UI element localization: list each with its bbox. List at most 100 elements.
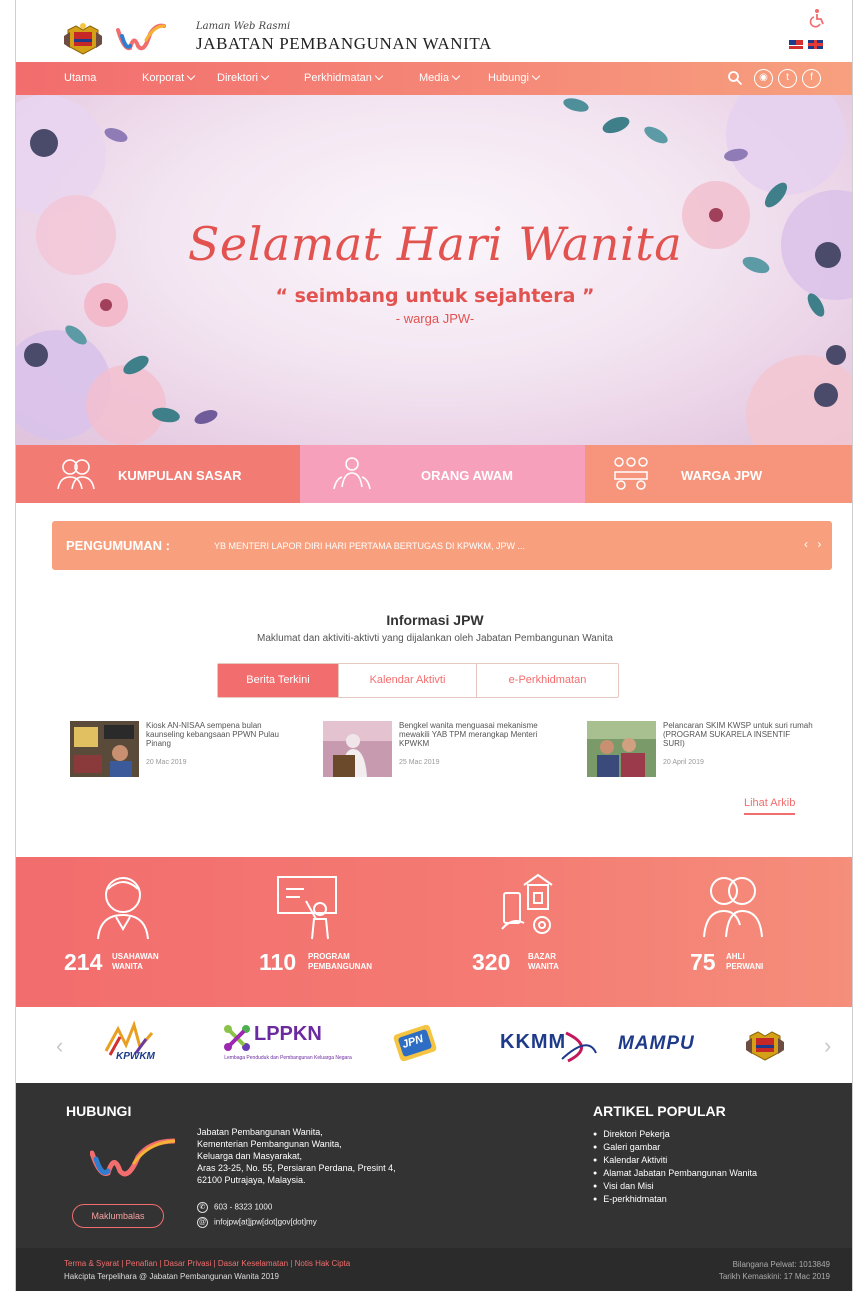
stat-label: USAHAWAN WANITA [112, 952, 159, 972]
tab-e-perkhidmatan[interactable]: e-Perkhidmatan [476, 664, 618, 697]
site-title[interactable]: JABATAN PEMBANGUNAN WANITA [196, 34, 492, 54]
category-label: ORANG AWAM [421, 468, 513, 483]
chevron-down-icon [374, 71, 384, 81]
facebook-icon[interactable]: f [802, 69, 821, 88]
archive-link[interactable]: Lihat Arkib [744, 797, 796, 815]
article-link[interactable]: Alamat Jabatan Pembangunan Wanita [593, 1167, 757, 1180]
carousel-next-icon[interactable]: › [824, 1033, 831, 1059]
news-title[interactable]: Bengkel wanita menguasai mekanisme mewak… [399, 721, 549, 748]
announcement-arrows[interactable]: ‹ › [804, 537, 824, 551]
stat-number: 110 [259, 949, 297, 975]
bazaar-shop-icon [501, 873, 553, 934]
phone-text: 603 - 8323 1000 [214, 1202, 273, 1212]
info-title: Informasi JPW [386, 612, 484, 628]
stat-label-line: AHLI [726, 952, 745, 961]
category-kumpulan-sasar[interactable]: KUMPULAN SASAR [16, 445, 300, 503]
category-warga-jpw[interactable]: WARGA JPW [585, 445, 852, 503]
tab-kalendar-aktiviti[interactable]: Kalendar Aktivti [338, 664, 476, 697]
stat-label-line: USAHAWAN [112, 952, 159, 961]
address-line: Keluarga dan Masyarakat, [197, 1151, 303, 1161]
news-item[interactable]: Kiosk AN-NISAA sempena bulan kaunseling … [70, 721, 300, 779]
announcement-bar: PENGUMUMAN : YB MENTERI LAPOR DIRI HARI … [52, 521, 832, 570]
article-link[interactable]: E-perkhidmatan [593, 1193, 757, 1206]
nav-item-perkhidmatan[interactable]: Perkhidmatan [304, 71, 384, 84]
last-updated: Tarikh Kemaskini: 17 Mac 2019 [718, 1272, 830, 1281]
nav-item-label: Utama [64, 72, 97, 84]
partner-logo-kpwkm[interactable]: KPWKM [96, 1020, 174, 1071]
banner-title: Selamat Hari Wanita [187, 217, 683, 271]
jpw-logo[interactable] [116, 20, 166, 54]
nav-item-utama[interactable]: Utama [64, 72, 96, 84]
footer-contact-heading: HUBUNGI [66, 1103, 132, 1119]
presentation-icon [277, 876, 337, 940]
news-thumbnail[interactable] [70, 721, 139, 777]
rss-icon[interactable]: ◉ [754, 69, 773, 88]
partner-logo-lppkn[interactable]: LPPKN Lembaga Penduduk dan Pembangunan K… [222, 1021, 354, 1073]
partner-logo-jpn[interactable]: JPN [390, 1021, 440, 1067]
partner-caption: Lembaga Penduduk dan Pembangunan Keluarg… [224, 1055, 352, 1061]
footer-articles-heading: ARTIKEL POPULAR [593, 1103, 726, 1119]
article-link[interactable]: Direktori Pekerja [593, 1128, 757, 1141]
address-line: Kementerian Pembangunan Wanita, [197, 1139, 342, 1149]
businesswoman-icon [97, 877, 149, 940]
partner-carousel: ‹ KPWKM LPPKN Lembaga Penduduk dan Pemba… [16, 1007, 852, 1083]
nav-item-korporat[interactable]: Korporat [142, 71, 196, 84]
news-title[interactable]: Pelancaran SKIM KWSP untuk suri rumah (P… [663, 721, 813, 748]
site-header: Laman Web Rasmi JABATAN PEMBANGUNAN WANI… [16, 0, 852, 62]
bottom-bar: Terma & Syarat | Penafian | Dasar Privas… [16, 1248, 852, 1291]
partner-logo-kkmm[interactable]: KKMM [496, 1029, 600, 1065]
info-subtitle: Maklumat dan aktiviti-aktivti yang dijal… [257, 633, 613, 644]
site-subtitle: Laman Web Rasmi [196, 21, 291, 32]
malay-language-flag-icon[interactable] [789, 40, 803, 49]
tab-berita-terkini[interactable]: Berita Terkini [218, 664, 338, 697]
news-thumbnail[interactable] [323, 721, 392, 777]
stat-label: PROGRAM PEMBANGUNAN [308, 952, 372, 972]
malaysia-crest-logo[interactable] [62, 22, 104, 56]
partner-name: KKMM [500, 1031, 567, 1053]
article-link[interactable]: Galeri gambar [593, 1141, 757, 1154]
announcement-text[interactable]: YB MENTERI LAPOR DIRI HARI PERTAMA BERTU… [214, 541, 525, 551]
nav-item-media[interactable]: Media [419, 71, 461, 84]
phone-icon: ✆ [197, 1202, 208, 1213]
page-frame: Laman Web Rasmi JABATAN PEMBANGUNAN WANI… [15, 0, 853, 1291]
address-line: Aras 23-25, No. 55, Persiaran Perdana, P… [197, 1163, 396, 1173]
stat-label: BAZAR WANITA [528, 952, 559, 972]
english-language-flag-icon[interactable] [808, 40, 823, 49]
stat-number: 214 [64, 949, 103, 975]
news-item[interactable]: Bengkel wanita menguasai mekanisme mewak… [323, 721, 553, 779]
partner-logo-crest[interactable] [744, 1027, 786, 1063]
hero-banner[interactable]: Selamat Hari Wanita “ seimbang untuk sej… [16, 95, 852, 445]
partner-logo-mampu[interactable]: MAMPU [618, 1033, 718, 1059]
people-icon [333, 457, 371, 490]
team-meeting-icon [614, 457, 648, 490]
nav-item-label: Korporat [142, 72, 185, 84]
search-icon[interactable] [727, 70, 743, 86]
category-orang-awam[interactable]: ORANG AWAM [300, 445, 585, 503]
article-link[interactable]: Visi dan Misi [593, 1180, 757, 1193]
stat-label-line: PERWANI [726, 962, 764, 971]
email-icon: @ [197, 1217, 208, 1228]
twitter-icon[interactable]: t [778, 69, 797, 88]
news-title[interactable]: Kiosk AN-NISAA sempena bulan kaunseling … [146, 721, 296, 748]
carousel-prev-icon[interactable]: ‹ [56, 1033, 63, 1059]
address-line: Jabatan Pembangunan Wanita, [197, 1127, 323, 1137]
news-date: 25 Mac 2019 [399, 759, 440, 766]
stat-label-line: WANITA [528, 962, 559, 971]
visitor-count: Bilangana Pelwat: 1013849 [732, 1260, 830, 1269]
banner-quote: “ seimbang untuk sejahtera ” [275, 285, 595, 307]
category-label: KUMPULAN SASAR [118, 468, 242, 483]
partner-name: KPWKM [116, 1051, 155, 1062]
footer-email[interactable]: @ infojpw[at]jpw[dot]gov[dot]my [197, 1217, 317, 1228]
feedback-button[interactable]: Maklumbalas [72, 1204, 164, 1228]
footer-jpw-logo [90, 1138, 175, 1177]
stat-label: AHLI PERWANI [726, 952, 763, 972]
footer-address: Jabatan Pembangunan Wanita, Kementerian … [197, 1126, 396, 1186]
chevron-down-icon [451, 71, 461, 81]
accessibility-icon[interactable] [808, 8, 826, 28]
policy-links[interactable]: Terma & Syarat | Penafian | Dasar Privas… [64, 1259, 350, 1268]
nav-item-direktori[interactable]: Direktori [217, 71, 270, 84]
nav-item-hubungi[interactable]: Hubungi [488, 71, 541, 84]
article-link[interactable]: Kalendar Aktiviti [593, 1154, 757, 1167]
news-thumbnail[interactable] [587, 721, 656, 777]
news-item[interactable]: Pelancaran SKIM KWSP untuk suri rumah (P… [587, 721, 817, 779]
